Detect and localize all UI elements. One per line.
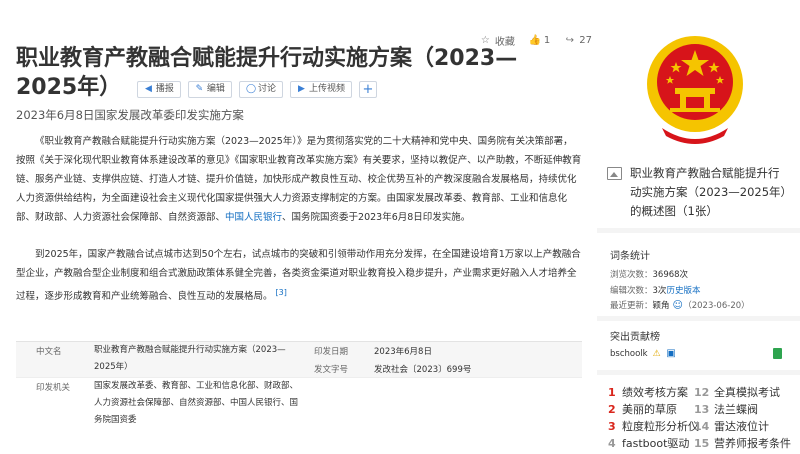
warning-icon: ⚠ — [652, 348, 661, 359]
hot-num: 4 — [608, 437, 616, 450]
hot-item[interactable]: 3 粒度粒形分析仪 — [608, 419, 699, 434]
hot-num: 13 — [694, 403, 710, 416]
hot-text: fastboot驱动 — [622, 437, 690, 450]
contributor-name[interactable]: bschoolk — [610, 349, 648, 359]
pencil-icon: ✎ — [195, 84, 204, 94]
hot-item[interactable]: 13 法兰蝶阀 — [694, 402, 758, 417]
updated-label: 最近更新： — [610, 301, 653, 311]
info-table: 中文名 职业教育产教融合赋能提升行动实施方案（2023—2025年） 印发日期 … — [16, 341, 582, 454]
hot-text: 全真模拟考试 — [714, 386, 780, 399]
stat-views: 浏览次数：36968次 — [610, 268, 688, 280]
play-button[interactable]: ◀ 播报 — [136, 81, 181, 98]
hot-text: 美丽的草原 — [622, 403, 677, 416]
upload-video-button[interactable]: ▶ 上传视频 — [289, 81, 352, 98]
page-title: 职业教育产教融合赋能提升行动实施方案（2023—2025年） ◀ 播报 ✎ 编辑 ◯… — [16, 44, 576, 102]
add-button[interactable]: + — [358, 81, 377, 98]
hot-num: 14 — [694, 420, 710, 433]
summary-text-2: 、国务院国资委于2023年6月8日印发实施。 — [282, 212, 471, 223]
history-link[interactable]: 历史版本 — [666, 286, 700, 296]
page-subtitle: 2023年6月8日国家发展改革委印发实施方案 — [16, 108, 244, 122]
info-value-docno: 发改社会〔2023〕699号 — [374, 365, 472, 375]
hot-item[interactable]: 14 雷达液位计 — [694, 419, 769, 434]
hot-text: 雷达液位计 — [714, 420, 769, 433]
discuss-button[interactable]: ◯ 讨论 — [238, 81, 283, 98]
hot-item[interactable]: 12 全真模拟考试 — [694, 385, 780, 400]
contributors-title: 突出贡献榜 — [610, 332, 660, 343]
info-row: 中文名 职业教育产教融合赋能提升行动实施方案（2023—2025年） 印发日期 … — [16, 342, 582, 378]
hot-text: 绩效考核方案 — [622, 386, 688, 399]
goal-paragraph: 到2025年，国家产教融合试点城市达到50个左右，试点城市的突破和引领带动作用充… — [16, 245, 582, 306]
bookmark-icon — [773, 348, 782, 359]
edits-value: 3次 — [652, 286, 667, 296]
divider — [597, 370, 800, 375]
hot-num: 3 — [608, 420, 616, 433]
summary-paragraph: 《职业教育产教融合赋能提升行动实施方案（2023—2025年）》是为贯彻落实党的… — [16, 132, 582, 227]
play-label: 播报 — [155, 84, 174, 94]
stat-updated: 最近更新：颖角 ☺（2023-06-20） — [610, 299, 750, 311]
views-value: 36968次 — [652, 270, 689, 280]
divider — [597, 228, 800, 233]
info-value-date: 2023年6月8日 — [374, 347, 432, 357]
edit-label: 编辑 — [206, 84, 225, 94]
stats-title: 词条统计 — [610, 251, 650, 262]
divider — [597, 316, 800, 321]
hot-text: 粒度粒形分析仪 — [622, 420, 699, 433]
video-icon: ▶ — [297, 84, 305, 94]
pboc-link[interactable]: 中国人民银行 — [225, 212, 282, 223]
speaker-icon: ◀ — [144, 84, 152, 94]
hot-num: 2 — [608, 403, 616, 416]
info-row: 印发机关 国家发展改革委、教育部、工业和信息化部、财政部、人力资源社会保障部、自… — [16, 378, 582, 454]
updated-date: （2023-06-20） — [683, 301, 750, 311]
edit-button[interactable]: ✎ 编辑 — [187, 81, 232, 98]
info-value-issuer: 国家发展改革委、教育部、工业和信息化部、财政部、人力资源社会保障部、自然资源部、… — [94, 381, 299, 425]
hot-item[interactable]: 4 fastboot驱动 — [608, 436, 689, 451]
user-badge-icon: ☺ — [672, 300, 683, 311]
summary-text-1: 《职业教育产教融合赋能提升行动实施方案（2023—2025年）》是为贯彻落实党的… — [16, 136, 582, 223]
hot-item[interactable]: 2 美丽的草原 — [608, 402, 677, 417]
national-emblem-icon — [647, 36, 743, 144]
hot-num: 15 — [694, 437, 710, 450]
views-label: 浏览次数： — [610, 270, 653, 280]
updated-user[interactable]: 颖角 — [653, 301, 670, 311]
goal-text: 到2025年，国家产教融合试点城市达到50个左右，试点城市的突破和引领带动作用充… — [16, 249, 581, 302]
hot-text: 营养师报考条件 — [714, 437, 791, 450]
album-image[interactable] — [603, 24, 787, 154]
album-caption[interactable]: 职业教育产教融合赋能提升行动实施方案（2023—2025年）的概述图（1张） — [603, 164, 789, 221]
discuss-label: 讨论 — [257, 84, 276, 94]
info-label-issuer: 印发机关 — [36, 383, 71, 393]
info-label-name: 中文名 — [36, 347, 62, 357]
contributor-row[interactable]: bschoolk ⚠ ▣ — [610, 348, 782, 359]
hot-num: 1 — [608, 386, 616, 399]
upload-video-label: 上传视频 — [308, 84, 345, 94]
edits-label: 编辑次数： — [610, 286, 653, 296]
badge-icon: ▣ — [666, 348, 676, 359]
info-value-name: 职业教育产教融合赋能提升行动实施方案（2023—2025年） — [94, 345, 286, 372]
stat-edits: 编辑次数：3次历史版本 — [610, 284, 700, 296]
comment-icon: ◯ — [245, 84, 257, 94]
hot-text: 法兰蝶阀 — [714, 403, 758, 416]
hot-item[interactable]: 1 绩效考核方案 — [608, 385, 688, 400]
hot-num: 12 — [694, 386, 710, 399]
title-toolbar: ◀ 播报 ✎ 编辑 ◯ 讨论 ▶ 上传视频 + — [136, 81, 377, 98]
plus-icon: + — [362, 82, 374, 97]
image-icon — [607, 167, 622, 180]
info-label-docno: 发文字号 — [314, 365, 349, 375]
reference-link[interactable]: [3] — [276, 288, 287, 297]
hot-item[interactable]: 15 营养师报考条件 — [694, 436, 791, 451]
share-count: 27 — [579, 35, 592, 46]
info-label-date: 印发日期 — [314, 347, 349, 357]
album-caption-text: 职业教育产教融合赋能提升行动实施方案（2023—2025年）的概述图（1张） — [630, 166, 787, 218]
